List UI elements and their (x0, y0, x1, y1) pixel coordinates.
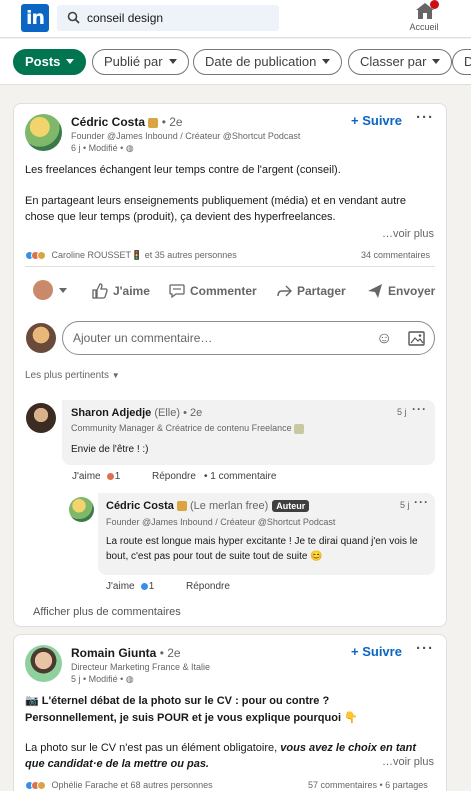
filter-bar: Posts Publié par Date de publication Cla… (0, 39, 471, 85)
more-options-icon[interactable]: ··· (416, 109, 434, 126)
linkedin-logo[interactable]: in (21, 4, 49, 32)
comment-icon (169, 284, 185, 299)
author-name[interactable]: Cédric Costa • 2e (71, 115, 183, 129)
globe-icon: ◍ (125, 143, 134, 153)
filter-sort-label: Classer par (360, 54, 427, 69)
comments-shares-count[interactable]: 57 commentaires • 6 partages (308, 780, 428, 790)
reply-author-avatar[interactable] (69, 497, 94, 522)
reactions-summary[interactable]: Caroline ROUSSET🚦 et 35 autres personnes (25, 250, 237, 261)
reply-author-headline: Founder @James Inbound / Créateur @Short… (106, 517, 336, 527)
comment-bubble: Sharon Adjedje (Elle) • 2e Community Man… (62, 400, 435, 465)
reply-bubble: Cédric Costa (Le merlan free) Auteur Foun… (98, 493, 435, 575)
chevron-down-icon (66, 59, 75, 65)
post-card: Romain Giunta • 2e Directeur Marketing F… (13, 634, 447, 791)
reply-time: 5 j (400, 500, 410, 510)
filter-more-label: D (464, 54, 471, 69)
insight-reaction-icon (37, 781, 46, 791)
post-text-3: La photo sur le CV n'est pas un élément … (25, 742, 416, 754)
comment-more-icon[interactable]: ··· (412, 402, 427, 416)
send-button[interactable]: Envoyer (366, 282, 446, 302)
badge-emoji-icon (176, 501, 187, 512)
comment-time: 5 j (397, 407, 407, 417)
author-avatar[interactable] (25, 645, 62, 682)
chevron-down-icon[interactable] (59, 288, 67, 293)
filter-sort[interactable]: Classer par (348, 49, 453, 75)
filter-posts-label: Posts (25, 54, 61, 69)
share-button[interactable]: Partager (275, 282, 360, 302)
author-headline: Directeur Marketing France & Italie (71, 662, 211, 672)
actor-avatar[interactable] (33, 280, 53, 300)
current-user-avatar[interactable] (26, 323, 56, 353)
badge-emoji-icon (294, 423, 305, 434)
see-more-link[interactable]: …voir plus (382, 756, 434, 768)
home-nav-item[interactable]: Accueil (402, 0, 446, 38)
caret-down-icon: ▼ (111, 371, 120, 380)
commenter-avatar[interactable] (26, 403, 56, 433)
badge-emoji-icon (148, 117, 159, 128)
like-reaction-icon (140, 581, 149, 591)
search-icon (67, 11, 80, 24)
see-more-link[interactable]: …voir plus (382, 228, 434, 240)
image-icon[interactable] (408, 331, 425, 346)
notification-dot (430, 0, 439, 9)
post-text-1: Les freelances échangent leur temps cont… (25, 164, 341, 176)
show-more-comments-link[interactable]: Afficher plus de commentaires (33, 606, 181, 618)
search-input[interactable] (87, 9, 272, 27)
reply-reactions[interactable]: 1 (140, 581, 154, 592)
chevron-down-icon (322, 59, 331, 65)
comment-placeholder: Ajouter un commentaire… (73, 331, 213, 345)
insight-reaction-icon (37, 251, 46, 261)
reply-more-icon[interactable]: ··· (414, 495, 429, 509)
love-reaction-icon (106, 471, 115, 481)
comment-button[interactable]: Commenter (168, 282, 263, 302)
follow-button[interactable]: + Suivre (351, 644, 402, 659)
post-time: 6 j • Modifié • ◍ (71, 143, 134, 153)
filter-date[interactable]: Date de publication (193, 49, 343, 75)
post-card: Cédric Costa • 2e Founder @James Inbound… (13, 103, 447, 627)
follow-button[interactable]: + Suivre (351, 113, 402, 128)
post-time: 5 j • Modifié • ◍ (71, 674, 134, 684)
post-text-1: 📷 L'éternel débat de la photo sur le CV … (25, 695, 330, 707)
chevron-down-icon (432, 59, 441, 65)
chevron-down-icon (168, 59, 177, 65)
share-icon (277, 285, 292, 297)
send-icon (368, 284, 382, 298)
divider (25, 266, 435, 267)
globe-icon: ◍ (125, 674, 134, 684)
reply-like-link[interactable]: J'aime (106, 581, 135, 592)
comment-text: Envie de l'être ! :) (71, 444, 149, 455)
thumbs-up-icon (92, 283, 108, 299)
comments-count[interactable]: 34 commentaires (361, 250, 430, 260)
top-nav: in Accueil (0, 0, 471, 38)
comment-input[interactable]: Ajouter un commentaire… ☺ (62, 321, 435, 355)
reply-author-name[interactable]: Cédric Costa (Le merlan free) Auteur (106, 500, 310, 513)
filter-posts[interactable]: Posts (13, 49, 87, 75)
post-text-4: que candidat·e de la mettre ou pas. (25, 758, 209, 770)
reply-text: La route est longue mais hyper excitante… (106, 536, 418, 562)
comment-like-link[interactable]: J'aime (72, 471, 101, 482)
author-name[interactable]: Romain Giunta • 2e (71, 646, 181, 660)
more-options-icon[interactable]: ··· (416, 640, 434, 657)
search-bar[interactable] (57, 5, 279, 31)
filter-more[interactable]: D (452, 49, 471, 75)
sort-comments-dropdown[interactable]: Les plus pertinents ▼ (25, 370, 120, 381)
comment-reactions[interactable]: 1 (106, 471, 120, 482)
commenter-name[interactable]: Sharon Adjedje (Elle) • 2e (71, 407, 202, 419)
reactions-summary[interactable]: Ophélie Farache et 68 autres personnes (25, 780, 213, 791)
filter-published-by[interactable]: Publié par (92, 49, 189, 75)
comment-reply-link[interactable]: Répondre (152, 471, 196, 482)
reply-reply-link[interactable]: Répondre (186, 581, 230, 592)
filter-published-by-label: Publié par (104, 54, 163, 69)
post-text-2: En partageant leurs enseignements publiq… (25, 195, 406, 223)
like-button[interactable]: J'aime (91, 282, 161, 302)
author-headline: Founder @James Inbound / Créateur @Short… (71, 131, 301, 141)
comment-reply-count[interactable]: • 1 commentaire (204, 471, 276, 482)
commenter-headline: Community Manager & Créatrice de contenu… (71, 423, 305, 434)
filter-date-label: Date de publication (205, 54, 317, 69)
author-badge: Auteur (272, 500, 310, 513)
emoji-icon[interactable]: ☺ (376, 330, 392, 348)
home-label: Accueil (409, 22, 439, 32)
post-text-2: Personnellement, je suis POUR et je vous… (25, 712, 358, 724)
author-avatar[interactable] (25, 114, 62, 151)
